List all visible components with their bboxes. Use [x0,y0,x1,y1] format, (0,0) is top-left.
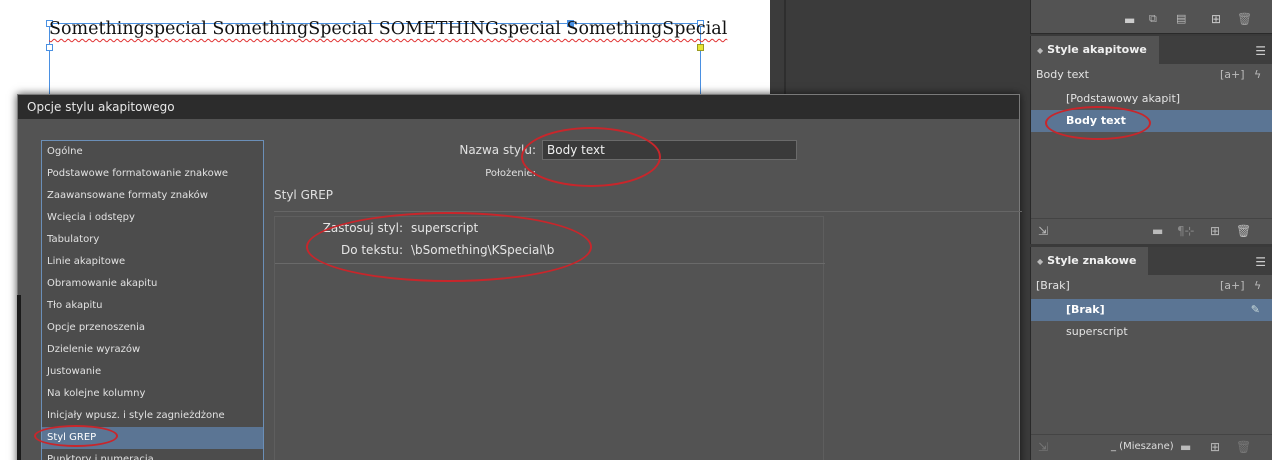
tab-label: Style akapitowe [1047,43,1147,56]
panel-menu-icon[interactable]: ☰ [1255,255,1266,269]
character-style-item[interactable]: superscript [1031,321,1272,343]
trash-icon[interactable]: 🗑 [1237,12,1252,26]
section-divider [274,211,1022,212]
load-styles-icon[interactable]: ⇲ [1038,440,1048,454]
to-text-label: Do tekstu: [340,243,403,257]
clear-overrides-icon[interactable]: ¶⊹ [1177,224,1195,238]
section-title: Styl GREP [274,188,334,202]
panel-footer: ⇲ ▬ ¶⊹ ⊞ 🗑 [1031,218,1272,244]
document-text[interactable]: Somethingspecial SomethingSpecial SOMETH… [49,19,727,39]
character-style-label: [Brak] [1066,303,1105,316]
category-item[interactable]: Podstawowe formatowanie znakowe [42,163,263,185]
panel-tab-bar: ◆ Style znakowe ☰ [1031,247,1272,275]
dialog-left-shadow [17,295,21,460]
category-item[interactable]: Tabulatory [42,229,263,251]
new-style-badge[interactable]: [a+] [1220,64,1245,86]
dialog-title[interactable]: Opcje stylu akapitowego [18,95,1019,119]
character-style-item-selected[interactable]: [Brak] ✎ [1031,299,1272,321]
to-text-value[interactable]: \bSomething\KSpecial\b [411,239,554,261]
category-item[interactable]: Opcje przenoszenia [42,317,263,339]
panel-menu-icon[interactable]: ☰ [1255,44,1266,58]
collapse-arrows-icon[interactable]: ◆ [1037,46,1043,55]
category-item[interactable]: Tło akapitu [42,295,263,317]
screen: Somethingspecial SomethingSpecial SOMETH… [0,0,1272,460]
grep-rule-apply-style[interactable]: Zastosuj styl: superscript [275,217,825,241]
folder-icon[interactable]: ▬ [1152,224,1163,238]
style-name-label: Nazwa stylu: [459,143,536,157]
tab-label: Style znakowe [1047,254,1137,267]
mixed-label: _ (Mieszane) [1111,441,1174,452]
edit-pencil-icon[interactable]: ✎ [1251,299,1260,321]
paragraph-style-item-selected[interactable]: Body text [1031,110,1272,132]
category-item[interactable]: Inicjały wpusz. i style zagnieżdżone [42,405,263,427]
clear-overrides-icon[interactable]: ⧉ [1149,12,1157,26]
new-style-icon[interactable]: ⊞ [1210,224,1220,238]
category-item[interactable]: Wcięcia i odstępy [42,207,263,229]
frame-handle-left[interactable] [46,44,53,51]
trash-icon[interactable]: 🗑 [1236,440,1251,454]
category-item[interactable]: Na kolejne kolumny [42,383,263,405]
top-panel-strip: ▬ ⧉ ▤ ⊞ 🗑 [1030,0,1272,34]
new-style-icon[interactable]: ⊞ [1210,440,1220,454]
lightning-icon[interactable]: ϟ [1254,275,1261,297]
category-item[interactable]: Linie akapitowe [42,251,263,273]
apply-style-value[interactable]: superscript [411,217,478,239]
current-character-style: [Brak] [1036,279,1070,292]
tab-character-styles[interactable]: ◆ Style znakowe [1031,247,1149,275]
grep-rule-divider [275,263,825,264]
current-style-row: Body text [a+] ϟ [1031,64,1272,86]
new-style-badge[interactable]: [a+] [1220,275,1245,297]
category-item[interactable]: Zaawansowane formaty znaków [42,185,263,207]
category-list[interactable]: Ogólne Podstawowe formatowanie znakowe Z… [41,140,264,460]
category-item[interactable]: Ogólne [42,141,263,163]
lightning-icon[interactable]: ϟ [1254,64,1261,86]
panel-footer: ⇲ _ (Mieszane) ▬ ⊞ 🗑 [1031,434,1272,460]
load-styles-icon[interactable]: ⇲ [1038,224,1048,238]
paragraph-style-item[interactable]: [Podstawowy akapit] [1031,88,1272,110]
category-item-selected[interactable]: Styl GREP [42,427,263,449]
folder-icon[interactable]: ▬ [1124,13,1135,27]
style-options-icon[interactable]: ▤ [1176,12,1186,25]
frame-out-port[interactable] [697,44,704,51]
location-label: Położenie: [485,168,536,179]
category-item[interactable]: Justowanie [42,361,263,383]
category-item[interactable]: Dzielenie wyrazów [42,339,263,361]
paragraph-styles-panel: ◆ Style akapitowe ☰ Body text [a+] ϟ [Pod… [1030,36,1272,244]
panel-tab-bar: ◆ Style akapitowe ☰ [1031,36,1272,64]
paragraph-style-options-dialog: Opcje stylu akapitowego Ogólne Podstawow… [17,94,1022,460]
new-style-icon[interactable]: ⊞ [1211,12,1221,26]
style-name-input[interactable] [542,140,797,160]
current-style-row: [Brak] [a+] ϟ [1031,275,1272,297]
grep-rule-to-text[interactable]: Do tekstu: \bSomething\KSpecial\b [275,239,825,263]
folder-icon[interactable]: ▬ [1180,440,1191,454]
character-styles-panel: ◆ Style znakowe ☰ [Brak] [a+] ϟ [Brak] ✎ … [1030,247,1272,460]
category-item[interactable]: Obramowanie akapitu [42,273,263,295]
current-paragraph-style: Body text [1036,68,1089,81]
trash-icon[interactable]: 🗑 [1236,224,1251,238]
grep-rule-list[interactable]: Zastosuj styl: superscript Do tekstu: \b… [274,216,825,460]
tab-paragraph-styles[interactable]: ◆ Style akapitowe [1031,36,1159,64]
collapse-arrows-icon[interactable]: ◆ [1037,257,1043,266]
category-item[interactable]: Punktory i numeracja [42,449,263,460]
apply-style-label: Zastosuj styl: [322,221,403,235]
